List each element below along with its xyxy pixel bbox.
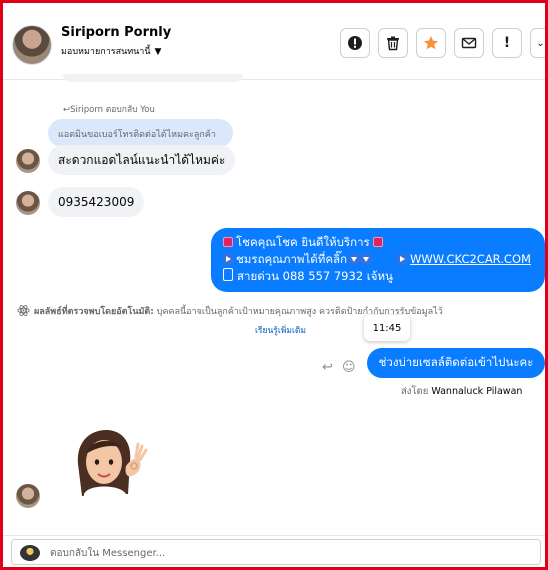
message-thread[interactable]: ↩Siriporn ตอบกลับ You แอดมินขอเบอร์โทรติ… xyxy=(3,74,545,535)
more-button[interactable]: ⌄ xyxy=(530,28,548,58)
auto-detect-title: ผลลัพธ์ที่ตรวจพบโดยอัตโนมัติ: xyxy=(34,307,154,317)
auto-detect-notice: ผลลัพธ์ที่ตรวจพบโดยอัตโนมัติ: บุคคลนี้อา… xyxy=(17,304,545,318)
sent-by-label: ส่งโดย xyxy=(401,386,429,397)
outgoing-message[interactable]: โชคคุณโชค ยินดีให้บริการ ชมรถคุณภาพได้ที… xyxy=(211,228,545,292)
down-arrow-emoji-icon xyxy=(361,254,372,264)
message-line: สายด่วน 088 557 7932 เจ้หนู xyxy=(237,269,393,283)
conversation-header: Siriporn Pornly มอบหมายการสนทนานี้ ▼ ! ⌄ xyxy=(3,3,548,80)
red-square-emoji-icon xyxy=(372,237,383,247)
sent-by-note: ส่งโดย Wannaluck Pilawan xyxy=(401,384,522,399)
page-profile-icon xyxy=(20,545,40,561)
star-button[interactable] xyxy=(416,28,446,58)
delete-button[interactable] xyxy=(378,28,408,58)
previous-message-edge xyxy=(63,74,243,82)
sent-by-name: Wannaluck Pilawan xyxy=(431,386,523,397)
exclamation-icon: ! xyxy=(503,35,511,51)
atom-icon xyxy=(17,305,30,316)
reply-composer: ตอบกลับใน Messenger... xyxy=(3,535,545,568)
envelope-icon xyxy=(461,37,477,49)
quoted-message[interactable]: แอดมินขอเบอร์โทรติดต่อได้ไหมคะลูกค้า xyxy=(48,119,233,147)
contact-avatar-small[interactable] xyxy=(16,149,40,173)
contact-name[interactable]: Siriporn Pornly xyxy=(61,25,171,40)
mark-spam-button[interactable] xyxy=(340,28,370,58)
play-button-emoji-icon xyxy=(397,254,408,264)
trash-icon xyxy=(387,36,399,51)
incoming-message[interactable]: สะดวกแอดไลน์แนะนำได้ไหมค่ะ xyxy=(48,145,236,175)
avatar-ok-sticker[interactable] xyxy=(68,424,148,508)
reply-placeholder: ตอบกลับใน Messenger... xyxy=(50,548,166,559)
mark-unread-button[interactable] xyxy=(454,28,484,58)
contact-avatar-small[interactable] xyxy=(16,484,40,508)
website-link[interactable]: WWW.CKC2CAR.COM xyxy=(410,252,531,266)
contact-avatar[interactable] xyxy=(12,25,52,65)
assign-conversation-dropdown[interactable]: มอบหมายการสนทนานี้ ▼ xyxy=(61,44,161,58)
message-line: ชมรถคุณภาพได้ที่คลิ๊ก xyxy=(236,252,348,266)
assign-label: มอบหมายการสนทนานี้ xyxy=(61,47,151,57)
star-icon xyxy=(424,36,438,50)
learn-more-link[interactable]: เรียนรู้เพิ่มเติม xyxy=(255,323,306,337)
contact-avatar-small[interactable] xyxy=(16,191,40,215)
red-square-emoji-icon xyxy=(223,237,233,247)
mobile-phone-icon xyxy=(223,268,233,281)
message-line: โชคคุณโชค ยินดีให้บริการ xyxy=(236,235,370,249)
incoming-message[interactable]: 0935423009 xyxy=(48,187,145,217)
timestamp-tooltip: 11:45 xyxy=(364,315,410,341)
reply-note-text: Siriporn ตอบกลับ You xyxy=(70,105,155,115)
reply-icon[interactable]: ↩ xyxy=(322,361,336,375)
emoji-reaction-icon[interactable]: ☺ xyxy=(342,361,356,375)
outgoing-message[interactable]: ช่วงบ่ายเซลล์ติดต่อเข้าไปนะคะ xyxy=(367,348,545,378)
down-arrow-emoji-icon xyxy=(349,254,360,264)
reply-input[interactable]: ตอบกลับใน Messenger... xyxy=(11,539,541,565)
reply-note: ↩Siriporn ตอบกลับ You xyxy=(63,102,155,116)
chevron-down-icon: ⌄ xyxy=(536,37,545,49)
exclamation-circle-icon xyxy=(348,36,362,50)
report-button[interactable]: ! xyxy=(492,28,522,58)
play-button-emoji-icon xyxy=(223,254,233,264)
caret-down-icon: ▼ xyxy=(154,47,162,57)
